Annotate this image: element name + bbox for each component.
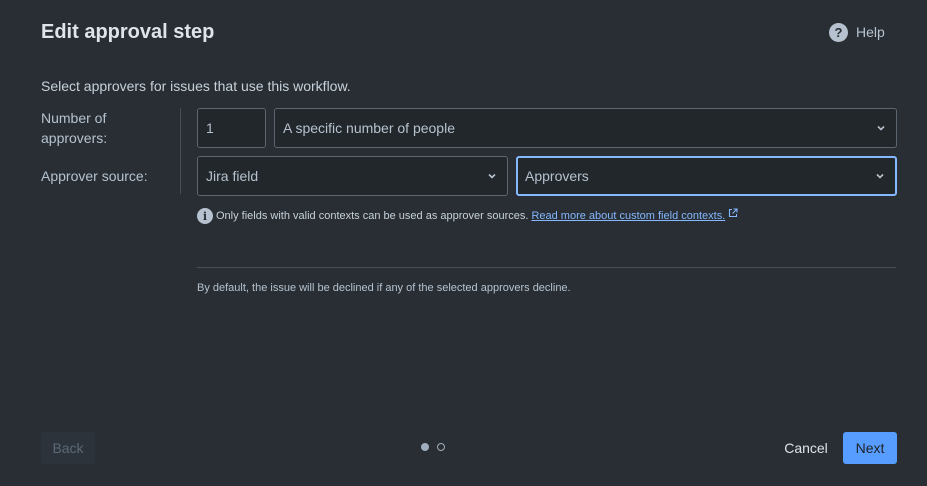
step-dot-current (421, 443, 429, 451)
decline-note: By default, the issue will be declined i… (197, 282, 571, 294)
help-icon: ? (829, 22, 848, 42)
info-icon: i (197, 208, 213, 224)
step-dot (437, 443, 445, 451)
custom-field-contexts-link[interactable]: Read more about custom field contexts. (531, 210, 725, 222)
approver-source-label: Approver source: (41, 168, 148, 184)
chevron-down-icon (876, 173, 884, 179)
source-type-select[interactable]: Jira field (197, 156, 508, 196)
number-label-line1: Number of (41, 110, 107, 126)
approver-mode-value: A specific number of people (283, 120, 455, 136)
cancel-button[interactable]: Cancel (776, 432, 836, 464)
source-type-value: Jira field (206, 168, 259, 184)
info-message: i Only fields with valid contexts can be… (197, 208, 738, 224)
chevron-down-icon (488, 173, 496, 179)
approver-count-value: 1 (206, 120, 214, 136)
form-divider (180, 108, 181, 194)
info-text: Only fields with valid contexts can be u… (216, 210, 529, 222)
external-link-icon (729, 208, 738, 218)
help-label: Help (856, 24, 885, 40)
number-of-approvers-label: Number of approvers: (41, 108, 107, 148)
help-button[interactable]: ? Help (829, 22, 885, 42)
dialog-title: Edit approval step (41, 21, 215, 43)
approver-count-input[interactable]: 1 (197, 108, 266, 148)
next-button[interactable]: Next (843, 432, 897, 464)
approver-mode-select[interactable]: A specific number of people (274, 108, 897, 148)
source-field-select[interactable]: Approvers (516, 156, 897, 196)
intro-text: Select approvers for issues that use thi… (41, 78, 351, 94)
chevron-down-icon (877, 125, 885, 131)
step-indicator (421, 443, 445, 451)
back-button[interactable]: Back (41, 432, 95, 464)
number-label-line2: approvers: (41, 130, 108, 146)
section-divider (197, 267, 896, 268)
source-field-value: Approvers (525, 168, 589, 184)
